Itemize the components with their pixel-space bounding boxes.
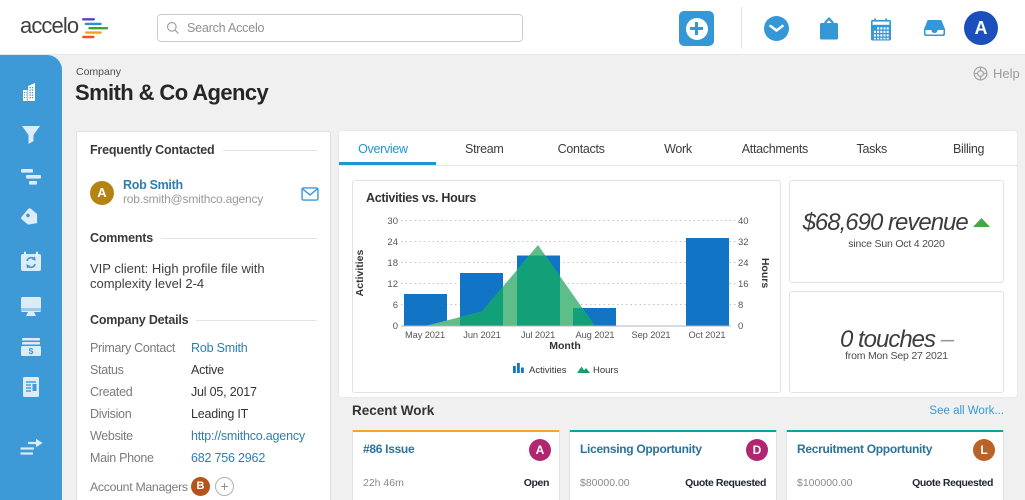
svg-text:12: 12 — [387, 279, 398, 290]
svg-text:$: $ — [29, 346, 34, 356]
svg-text:32: 32 — [738, 237, 749, 248]
svg-text:24: 24 — [738, 258, 749, 269]
svg-text:Jul 2021: Jul 2021 — [521, 330, 555, 340]
svg-text:Activities vs. Hours: Activities vs. Hours — [366, 191, 476, 205]
svg-text:18: 18 — [387, 258, 398, 269]
svg-text:24: 24 — [387, 237, 398, 248]
svg-text:0: 0 — [738, 321, 743, 332]
svg-text:Jun 2021: Jun 2021 — [463, 330, 500, 340]
svg-text:0: 0 — [393, 321, 398, 332]
svg-text:Activities: Activities — [529, 365, 567, 376]
svg-text:Oct 2021: Oct 2021 — [689, 330, 726, 340]
svg-text:8: 8 — [738, 300, 743, 311]
svg-text:Month: Month — [549, 340, 581, 352]
svg-text:Hours: Hours — [593, 365, 619, 376]
svg-text:Aug 2021: Aug 2021 — [575, 330, 614, 340]
svg-text:6: 6 — [393, 300, 398, 311]
svg-text:Activities: Activities — [354, 249, 366, 296]
svg-text:May 2021: May 2021 — [405, 330, 445, 340]
svg-text:16: 16 — [738, 279, 749, 290]
svg-text:Sep 2021: Sep 2021 — [631, 330, 670, 340]
svg-text:30: 30 — [387, 216, 398, 227]
svg-text:40: 40 — [738, 216, 749, 227]
svg-text:Hours: Hours — [759, 258, 771, 288]
